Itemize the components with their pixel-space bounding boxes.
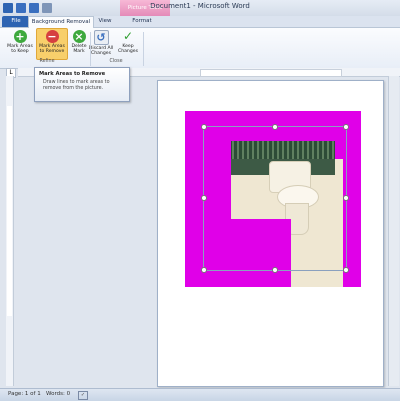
tooltip-title: Mark Areas to Remove [39, 71, 106, 77]
discard-all-changes-button[interactable]: ↺ Discard All Changes [88, 29, 114, 59]
checkmark-icon: ✓ [122, 29, 134, 43]
ribbon-tab-bar: File Background Removal View Format [0, 16, 400, 28]
delete-mark-icon: × [72, 30, 86, 43]
delete-mark-button[interactable]: × Delete Mark [68, 29, 90, 59]
ruler-active-area [200, 69, 342, 77]
resize-handle[interactable] [343, 195, 349, 201]
tooltip-body: Draw lines to mark areas to remove from … [43, 80, 110, 91]
delete-mark-label: Delete Mark [71, 44, 87, 55]
tooltip: Mark Areas to Remove Draw lines to mark … [34, 67, 130, 102]
keep-changes-label: Keep Changes [118, 44, 138, 55]
tab-format[interactable]: Format [128, 16, 156, 27]
picture-background-removal[interactable] [185, 111, 361, 287]
title-bar: Picture Tools Document1 - Microsoft Word [0, 0, 400, 17]
resize-handle[interactable] [343, 267, 349, 273]
minus-icon: − [45, 30, 59, 43]
group-separator [143, 32, 144, 66]
ribbon: + Mark Areas to Keep − Mark Areas to Rem… [0, 28, 400, 69]
marquee-selection[interactable] [201, 124, 349, 273]
vertical-scrollbar[interactable] [388, 76, 399, 386]
resize-handle[interactable] [201, 267, 207, 273]
vertical-ruler[interactable] [6, 76, 14, 386]
resize-handle[interactable] [343, 124, 349, 130]
resize-handle[interactable] [201, 195, 207, 201]
group-refine-label: Refine [39, 59, 55, 64]
group-close-label: Close [109, 59, 123, 64]
tab-background-removal[interactable]: Background Removal [28, 16, 94, 28]
plus-icon: + [13, 30, 27, 43]
tab-view[interactable]: View [95, 16, 115, 27]
proofing-icon[interactable]: ✓ [78, 391, 88, 400]
mark-remove-label: Mark Areas to Remove [39, 44, 65, 55]
tab-file[interactable]: File [2, 16, 30, 27]
ruler-active-area [7, 106, 12, 316]
mark-areas-to-remove-button[interactable]: − Mark Areas to Remove [36, 28, 68, 60]
window-title: Document1 - Microsoft Word [150, 2, 250, 10]
discard-icon: ↺ [93, 30, 109, 45]
status-bar: Page: 1 of 1 Words: 0 ✓ [0, 388, 400, 401]
discard-label: Discard All Changes [88, 46, 114, 57]
mark-areas-to-keep-button[interactable]: + Mark Areas to Keep [6, 29, 34, 59]
resize-handle[interactable] [201, 124, 207, 130]
keep-changes-button[interactable]: ✓ Keep Changes [115, 29, 141, 59]
resize-handle[interactable] [272, 124, 278, 130]
resize-handle[interactable] [272, 267, 278, 273]
word-count[interactable]: Words: 0 [46, 391, 70, 397]
mark-keep-label: Mark Areas to Keep [7, 44, 33, 55]
page-count[interactable]: Page: 1 of 1 [8, 391, 41, 397]
